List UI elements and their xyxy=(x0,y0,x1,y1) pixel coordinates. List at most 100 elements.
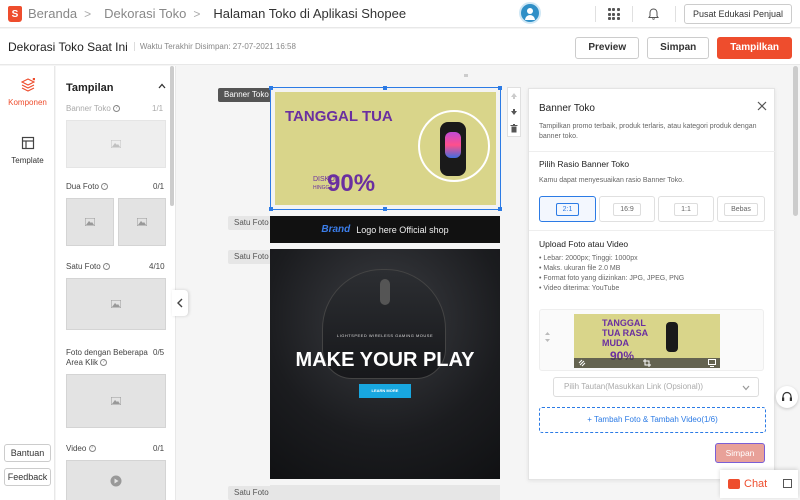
ratio-description: Kamu dapat menyesuaikan rasio Banner Tok… xyxy=(539,177,685,184)
mouse-headline: MAKE YOUR PLAY xyxy=(295,349,475,371)
sidebar-item-template[interactable]: Template xyxy=(0,136,55,165)
component-label: Video ? xyxy=(66,444,96,453)
help-icon[interactable]: ? xyxy=(88,445,96,453)
help-icon[interactable]: ? xyxy=(100,359,108,367)
banner-image: TANGGAL TUA DISKON HINGGA 90% xyxy=(275,92,496,205)
speaker-image xyxy=(440,122,466,176)
ratio-option-2-1[interactable]: 2:1 xyxy=(539,196,596,222)
brand-logo-text: Brand xyxy=(321,224,351,235)
mouse-subtitle: LIGHTSPEED WIRELESS GAMING MOUSE xyxy=(336,333,434,338)
divider xyxy=(631,6,633,22)
close-icon[interactable] xyxy=(757,101,767,111)
component-dua-foto-left[interactable] xyxy=(66,198,114,246)
thumbnail-toolbar xyxy=(574,358,720,368)
add-media-button[interactable]: + Tambah Foto & Tambah Video(1/6) xyxy=(539,407,766,433)
chat-widget[interactable]: Chat xyxy=(720,470,798,498)
support-button[interactable] xyxy=(776,386,798,408)
settings-save-button[interactable]: Simpan xyxy=(715,443,765,463)
apps-grid-icon[interactable] xyxy=(607,8,620,20)
component-satu-foto[interactable] xyxy=(66,278,166,330)
ratio-option-16-9[interactable]: 16:9 xyxy=(599,196,655,222)
seller-education-button[interactable]: Pusat Edukasi Penjual xyxy=(683,4,792,24)
section-label-banner: Banner Toko xyxy=(218,88,275,102)
save-button[interactable]: Simpan xyxy=(647,37,710,59)
chevron-left-icon xyxy=(177,298,183,308)
chevron-up-icon[interactable] xyxy=(158,82,166,90)
brand-bar-section[interactable]: Brand Logo here Official shop xyxy=(270,216,500,243)
requirement-item: • Format foto yang diizinkan: JPG, JPEG,… xyxy=(539,275,685,282)
link-select[interactable]: Pilih Tautan(Masukkan Link (Opsional)) xyxy=(553,377,759,397)
image-placeholder-icon xyxy=(111,140,121,148)
monitor-icon[interactable] xyxy=(708,359,716,367)
component-dua-foto-right[interactable] xyxy=(118,198,166,246)
shopee-logo-icon[interactable]: S xyxy=(8,5,22,22)
feedback-button[interactable]: Feedback xyxy=(4,468,51,486)
section-label-satu-foto: Satu Foto xyxy=(228,486,275,500)
settings-title: Banner Toko xyxy=(539,103,595,114)
left-sidebar: Komponen Template Bantuan Feedback xyxy=(0,66,55,500)
ratio-option-bebas[interactable]: Bebas xyxy=(717,196,765,222)
move-up-icon[interactable] xyxy=(508,88,520,104)
breadcrumb-decoration[interactable]: Dekorasi Toko xyxy=(104,6,186,21)
resize-handle[interactable] xyxy=(269,207,273,211)
brand-bar-text: Logo here Official shop xyxy=(356,224,449,235)
uploaded-thumbnail[interactable]: TANGGAL TUA RASA MUDA 90% xyxy=(574,314,720,368)
next-section[interactable] xyxy=(270,485,500,500)
component-video[interactable] xyxy=(66,460,166,500)
ratio-title: Pilih Rasio Banner Toko xyxy=(539,159,630,169)
chevron-down-icon[interactable] xyxy=(742,385,750,391)
requirement-item: • Video diterima: YouTube xyxy=(539,285,620,292)
publish-button[interactable]: Tampilkan xyxy=(717,37,792,59)
help-icon[interactable]: ? xyxy=(102,263,110,271)
component-count: 1/1 xyxy=(152,104,164,113)
image-placeholder-icon xyxy=(137,218,147,226)
breadcrumb-separator-icon: > xyxy=(193,6,201,21)
resize-handle[interactable] xyxy=(498,86,502,90)
replace-icon[interactable] xyxy=(578,359,586,367)
resize-handle[interactable] xyxy=(383,86,387,90)
resize-handle[interactable] xyxy=(269,86,273,90)
avatar[interactable] xyxy=(519,2,541,24)
panel-scrollbar[interactable] xyxy=(170,66,174,206)
ratio-label: 1:1 xyxy=(674,202,698,216)
preview-button[interactable]: Preview xyxy=(575,37,640,59)
move-down-icon[interactable] xyxy=(508,104,520,120)
resize-handle[interactable] xyxy=(383,207,387,211)
component-label: Satu Foto ? xyxy=(66,262,110,271)
chat-label: Chat xyxy=(744,478,768,490)
help-icon[interactable]: ? xyxy=(113,105,121,113)
requirement-item: • Maks. ukuran file 2.0 MB xyxy=(539,265,621,272)
upload-title: Upload Foto atau Video xyxy=(539,239,629,249)
help-icon[interactable]: ? xyxy=(101,183,109,191)
sidebar-item-komponen[interactable]: Komponen xyxy=(0,77,55,107)
crop-icon[interactable] xyxy=(643,359,651,367)
nav-right: Pusat Edukasi Penjual xyxy=(587,0,792,28)
component-multi-click[interactable] xyxy=(66,374,166,428)
ratio-label: 16:9 xyxy=(613,202,641,216)
requirement-item: • Lebar: 2000px; Tinggi: 1000px xyxy=(539,255,638,262)
template-icon xyxy=(21,136,34,150)
bell-icon[interactable] xyxy=(647,7,661,21)
component-label: Banner Toko ? xyxy=(66,104,121,113)
divider xyxy=(529,230,775,231)
breadcrumb-home[interactable]: Beranda xyxy=(28,6,77,21)
breadcrumb-current: Halaman Toko di Aplikasi Shopee xyxy=(213,6,407,21)
page-scrollbar[interactable] xyxy=(793,66,798,216)
drag-handle-icon[interactable] xyxy=(545,332,550,342)
component-banner-toko[interactable] xyxy=(66,120,166,168)
component-label: Foto dengan Beberapa Area Klik ? xyxy=(66,348,148,367)
delete-icon[interactable] xyxy=(508,120,520,136)
ratio-option-1-1[interactable]: 1:1 xyxy=(658,196,714,222)
expand-chat-icon[interactable] xyxy=(783,479,792,488)
help-button[interactable]: Bantuan xyxy=(4,444,51,462)
collapse-panel-button[interactable] xyxy=(172,290,188,316)
uploaded-media-item: TANGGAL TUA RASA MUDA 90% xyxy=(539,309,764,371)
canvas-marker xyxy=(464,74,468,77)
section-tools xyxy=(507,87,521,137)
gaming-mouse-section[interactable]: LIGHTSPEED WIRELESS GAMING MOUSE MAKE YO… xyxy=(270,249,500,479)
settings-description: Tampilkan promo terbaik, produk terlaris… xyxy=(539,123,757,140)
resize-handle[interactable] xyxy=(498,207,502,211)
play-icon xyxy=(110,475,122,487)
banner-section[interactable]: TANGGAL TUA DISKON HINGGA 90% xyxy=(269,86,502,211)
banner-settings-panel: Banner Toko Tampilkan promo terbaik, pro… xyxy=(528,88,775,480)
